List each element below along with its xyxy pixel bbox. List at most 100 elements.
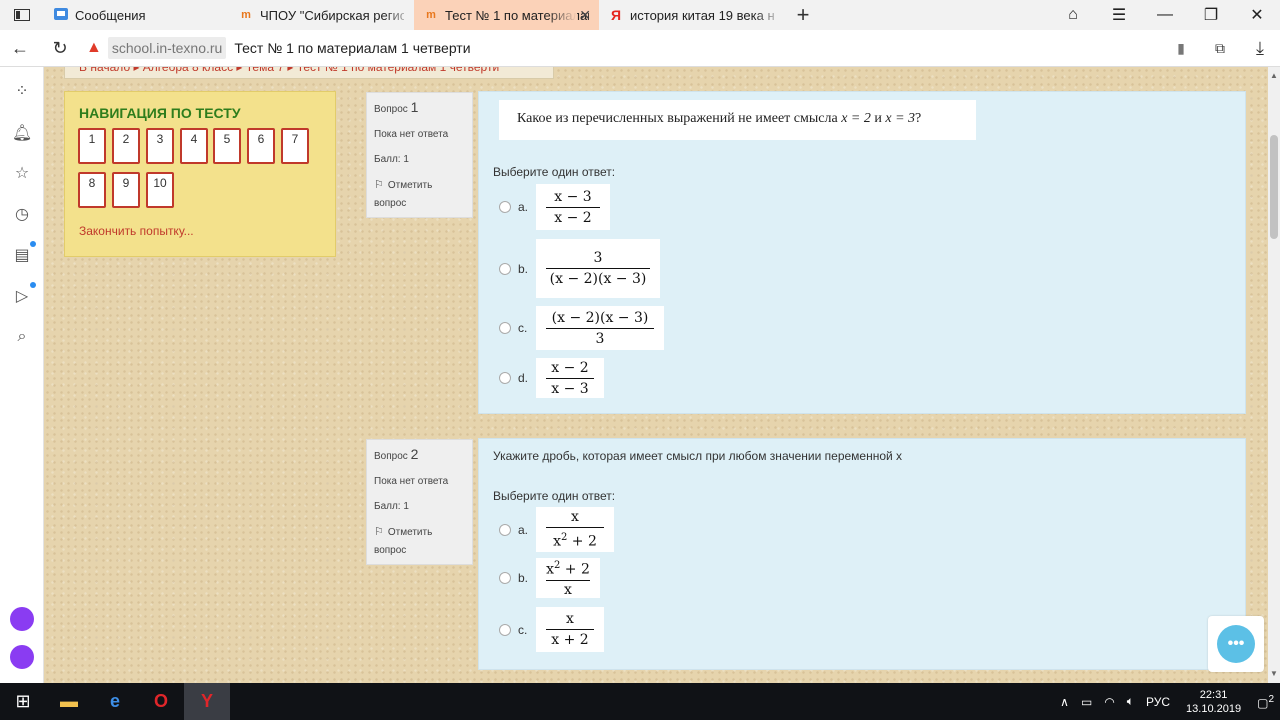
url-field[interactable]: ▲ school.in-texno.ru Тест № 1 по материа… — [80, 37, 1162, 59]
flag-icon: ⚐ — [374, 526, 384, 538]
nav-question-button[interactable]: 7 — [281, 128, 309, 164]
url-page-title: Тест № 1 по материалам 1 четверти — [234, 40, 471, 56]
nav-question-button[interactable]: 8 — [78, 172, 106, 208]
formula: xx + 2 — [536, 607, 604, 652]
yandex-browser-icon[interactable]: Y — [184, 683, 230, 720]
tab-messages[interactable]: Сообщения — [44, 0, 229, 30]
radio-button[interactable] — [499, 523, 511, 536]
chat-icon: ••• — [1217, 625, 1255, 663]
clock[interactable]: 22:31 13.10.2019 — [1176, 688, 1251, 716]
alice-icon[interactable] — [10, 645, 34, 669]
breadcrumb[interactable]: В начало ▸ Алгебра 8 класс ▸ Тема 7 ▸ Те… — [64, 67, 554, 79]
minimize-icon[interactable]: — — [1142, 0, 1188, 30]
back-arrow-icon[interactable]: ← — [0, 30, 40, 67]
formula: x − 2x − 3 — [536, 358, 604, 398]
answer-option-d[interactable]: d. x − 2x − 3 — [499, 358, 604, 398]
reload-icon[interactable]: ↻ — [40, 30, 80, 67]
radio-button[interactable] — [499, 623, 511, 636]
system-tray: ∧ ▭ ◠ 🔈︎ РУС 22:31 13.10.2019 ▢2 — [1054, 683, 1280, 720]
warning-icon: ▲ — [86, 39, 102, 56]
answer-option-a[interactable]: a. x x2 + 2 — [499, 507, 614, 552]
question-1-content: Какое из перечисленных выражений не имее… — [478, 91, 1246, 414]
radio-button[interactable] — [499, 262, 511, 275]
collections-icon[interactable]: ▤ — [12, 241, 36, 265]
chevron-up-icon[interactable]: ∧ — [1054, 695, 1075, 709]
nav-question-button[interactable]: 3 — [146, 128, 174, 164]
tab-search[interactable]: Я история китая 19 века не с — [599, 0, 784, 30]
address-bar: ← ↻ ▲ school.in-texno.ru Тест № 1 по мат… — [0, 30, 1280, 67]
battery-icon[interactable]: ▭ — [1075, 695, 1098, 709]
menu-icon[interactable]: ☰ — [1096, 0, 1142, 30]
nav-title: НАВИГАЦИЯ ПО ТЕСТУ — [79, 105, 241, 121]
radio-button[interactable] — [499, 201, 511, 213]
yandex-icon: Я — [610, 7, 622, 23]
screenshot-search-icon[interactable]: ⌕ — [12, 327, 32, 347]
messages-icon — [54, 8, 68, 22]
page-scrollbar[interactable]: ▲ ▼ — [1268, 67, 1280, 683]
bookmark-icon[interactable]: ▮ — [1162, 40, 1200, 57]
tabs-menu-icon[interactable] — [0, 0, 44, 30]
question-text: Укажите дробь, которая имеет смысл при л… — [493, 449, 903, 463]
bookmarks-icon[interactable]: ⌂ — [1050, 0, 1096, 30]
tab-test[interactable]: m Тест № 1 по материалам ✕ — [414, 0, 599, 30]
radio-button[interactable] — [499, 322, 511, 334]
download-icon[interactable]: ⤓ — [1240, 30, 1280, 67]
tab-college[interactable]: m ЧПОУ "Сибирская регионал — [229, 0, 414, 30]
choose-one-label: Выберите один ответ: — [493, 165, 616, 179]
finish-attempt-link[interactable]: Закончить попытку... — [79, 224, 194, 238]
radio-button[interactable] — [499, 372, 511, 384]
wifi-icon[interactable]: ◠ — [1098, 695, 1120, 709]
browser-sidebar: ⁘ 🔔︎ ☆ ◷ ▤ ▷ ⌕ — [0, 67, 44, 683]
domain: school.in-texno.ru — [107, 37, 227, 59]
messenger-icon[interactable] — [10, 607, 34, 631]
answer-option-c[interactable]: c. (x − 2)(x − 3) 3 — [499, 306, 664, 350]
nav-question-button[interactable]: 5 — [213, 128, 241, 164]
nav-question-button[interactable]: 4 — [180, 128, 208, 164]
formula: (x − 2)(x − 3) 3 — [536, 306, 664, 350]
question-text: Какое из перечисленных выражений не имее… — [499, 100, 976, 140]
notification-icon[interactable]: ▢2 — [1251, 694, 1280, 710]
question-number: Вопрос 2 — [374, 446, 419, 462]
restore-icon[interactable]: ❐ — [1188, 0, 1234, 30]
windows-start-icon[interactable]: ⊞ — [0, 683, 46, 720]
nav-question-button[interactable]: 10 — [146, 172, 174, 208]
history-icon[interactable]: ◷ — [12, 204, 32, 224]
flag-icon: ⚐ — [374, 179, 384, 191]
bell-icon[interactable]: 🔔︎ — [12, 123, 32, 143]
translate-icon[interactable]: ⧉ — [1200, 30, 1240, 67]
flag-question-button[interactable]: ⚐ Отметить вопрос — [374, 523, 465, 560]
tab-title: Сообщения — [75, 7, 146, 23]
answer-option-c[interactable]: c. xx + 2 — [499, 607, 604, 652]
moodle-icon: m — [426, 9, 436, 21]
close-window-icon[interactable]: ✕ — [1234, 0, 1280, 30]
answer-option-b[interactable]: b. x2 + 2x — [499, 558, 600, 598]
new-tab-button[interactable]: + — [784, 0, 822, 30]
tab-title: история китая 19 века не с — [630, 7, 774, 23]
formula: x − 3x − 2 — [536, 184, 610, 230]
flag-question-button[interactable]: ⚐ Отметить вопрос — [374, 176, 465, 213]
answer-option-b[interactable]: b. 3 (x − 2)(x − 3) — [499, 239, 660, 298]
nav-question-button[interactable]: 2 — [112, 128, 140, 164]
scrollbar-thumb[interactable] — [1270, 135, 1278, 239]
language-indicator[interactable]: РУС — [1140, 695, 1176, 709]
question-points: Балл: 1 — [374, 154, 409, 165]
video-icon[interactable]: ▷ — [12, 282, 36, 306]
choose-one-label: Выберите один ответ: — [493, 489, 616, 503]
nav-question-button[interactable]: 9 — [112, 172, 140, 208]
close-icon[interactable]: ✕ — [579, 7, 591, 24]
grid-icon[interactable]: ⁘ — [12, 81, 32, 101]
file-explorer-icon[interactable]: ▬ — [46, 683, 92, 720]
radio-button[interactable] — [499, 572, 511, 584]
edge-icon[interactable]: e — [92, 683, 138, 720]
moodle-icon: m — [241, 9, 251, 21]
star-icon[interactable]: ☆ — [12, 163, 32, 183]
question-points: Балл: 1 — [374, 501, 409, 512]
answer-option-a[interactable]: a. x − 3x − 2 — [499, 184, 610, 230]
nav-question-button[interactable]: 6 — [247, 128, 275, 164]
nav-question-button[interactable]: 1 — [78, 128, 106, 164]
chat-button[interactable]: ••• — [1208, 616, 1264, 672]
formula: x x2 + 2 — [536, 507, 614, 552]
question-1-info: Вопрос 1 Пока нет ответа Балл: 1 ⚐ Отмети… — [366, 92, 473, 218]
volume-icon[interactable]: 🔈︎ — [1121, 694, 1140, 709]
opera-icon[interactable]: O — [138, 683, 184, 720]
